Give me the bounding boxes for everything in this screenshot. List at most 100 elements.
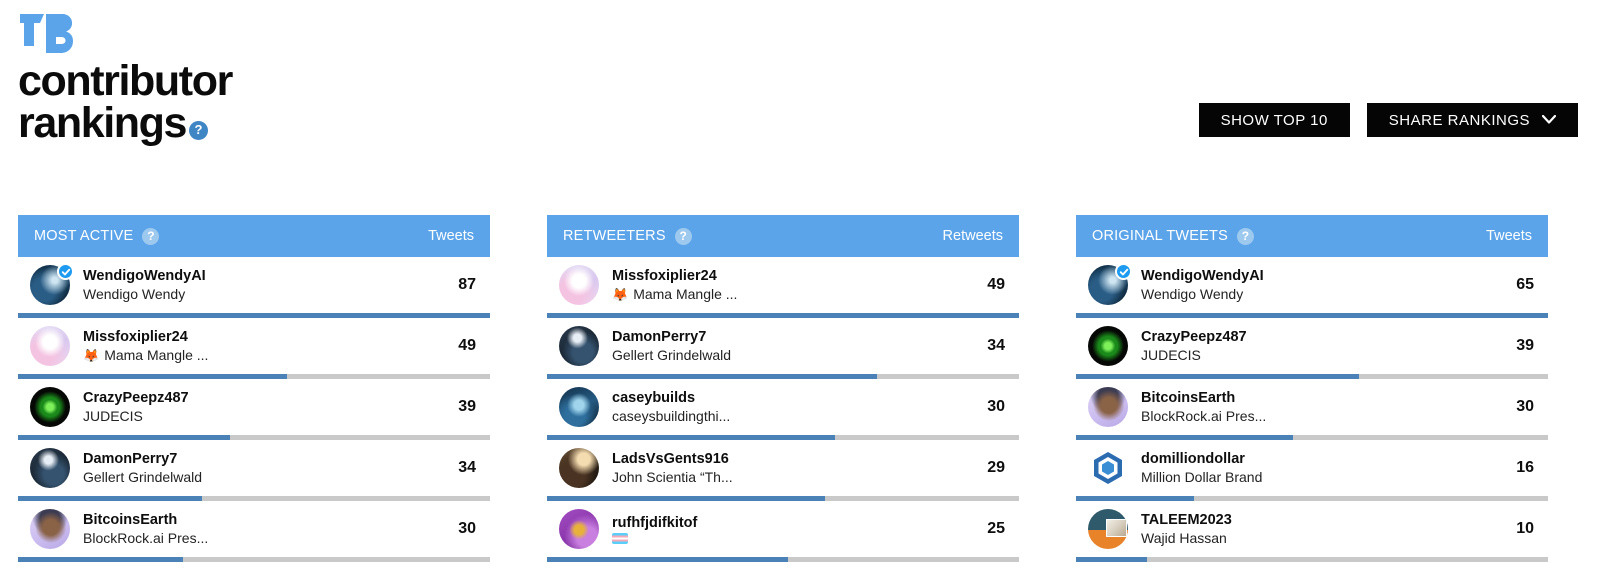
avatar[interactable]: [30, 448, 70, 488]
avatar[interactable]: [559, 448, 599, 488]
ranking-row[interactable]: DamonPerry7 Gellert Grindelwald 34: [547, 318, 1019, 379]
column-metric-label: Tweets: [1486, 228, 1532, 244]
user-handle[interactable]: DamonPerry7: [612, 328, 963, 346]
avatar-image: [30, 509, 70, 549]
column-help-icon[interactable]: ?: [674, 227, 692, 245]
user-display-name: Wendigo Wendy: [83, 285, 434, 303]
ranking-row[interactable]: Missfoxiplier24 🦊 Mama Mangle ... 49: [18, 318, 490, 379]
ranking-row[interactable]: domilliondollar Million Dollar Brand 16: [1076, 440, 1548, 501]
user-display-name: Wajid Hassan: [1141, 529, 1492, 547]
user-handle[interactable]: Missfoxiplier24: [83, 328, 434, 346]
brand-line-1: contributor: [18, 57, 233, 105]
metric-count: 29: [987, 459, 1005, 476]
avatar[interactable]: [30, 509, 70, 549]
progress-fill: [547, 557, 788, 562]
user-handle[interactable]: WendigoWendyAI: [1141, 267, 1492, 285]
fox-emoji-icon: 🦊: [83, 347, 100, 363]
ranking-row[interactable]: rufhfjdifkitof 25: [547, 501, 1019, 562]
ranking-row[interactable]: TALEEM2023 Wajid Hassan 10: [1076, 501, 1548, 562]
display-name-text: JUDECIS: [83, 407, 143, 424]
metric-count: 39: [458, 398, 476, 415]
metric-count: 25: [987, 520, 1005, 537]
user-handle[interactable]: CrazyPeepz487: [1141, 328, 1492, 346]
ranking-row[interactable]: caseybuilds caseysbuildingthi... 30: [547, 379, 1019, 440]
avatar[interactable]: [1088, 448, 1128, 488]
ranking-row[interactable]: WendigoWendyAI Wendigo Wendy 87: [18, 257, 490, 318]
user-handle[interactable]: BitcoinsEarth: [1141, 389, 1492, 407]
metric-count: 30: [1516, 398, 1534, 415]
share-rankings-button[interactable]: SHARE RANKINGS: [1366, 103, 1578, 137]
avatar-image: [1088, 387, 1128, 427]
ranking-row[interactable]: CrazyPeepz487 JUDECIS 39: [18, 379, 490, 440]
user-display-name: [612, 532, 963, 544]
contributor-rankings-page: contributor rankings ? SHOW TOP 10 SHARE…: [0, 0, 1600, 572]
progress-track: [1076, 557, 1548, 562]
ranking-row[interactable]: Missfoxiplier24 🦊 Mama Mangle ... 49: [547, 257, 1019, 318]
metric-count: 65: [1516, 276, 1534, 293]
user-handle[interactable]: CrazyPeepz487: [83, 389, 434, 407]
metric-count: 30: [458, 520, 476, 537]
column-metric-label: Tweets: [428, 228, 474, 244]
column-title: MOST ACTIVE: [34, 228, 134, 244]
avatar[interactable]: [1088, 326, 1128, 366]
user-display-name: JUDECIS: [83, 407, 434, 425]
user-handle[interactable]: Missfoxiplier24: [612, 267, 963, 285]
show-top-10-button[interactable]: SHOW TOP 10: [1198, 103, 1350, 137]
ranking-row[interactable]: WendigoWendyAI Wendigo Wendy 65: [1076, 257, 1548, 318]
display-name-text: Wendigo Wendy: [1141, 285, 1244, 302]
user-handle[interactable]: LadsVsGents916: [612, 450, 963, 468]
avatar-image: [559, 448, 599, 488]
rankings-board: MOST ACTIVE? Tweets WendigoWendyAI Wendigo …: [18, 215, 1580, 562]
user-handle[interactable]: rufhfjdifkitof: [612, 514, 963, 532]
column-help-icon[interactable]: ?: [142, 227, 160, 245]
fox-emoji-icon: 🦊: [612, 286, 629, 302]
user-handle[interactable]: WendigoWendyAI: [83, 267, 434, 285]
progress-fill: [1076, 557, 1147, 562]
user-display-name: Gellert Grindelwald: [83, 468, 434, 486]
avatar[interactable]: [559, 387, 599, 427]
avatar-image: [1088, 509, 1128, 549]
avatar-image: [559, 509, 599, 549]
ranking-row[interactable]: DamonPerry7 Gellert Grindelwald 34: [18, 440, 490, 501]
page-header: contributor rankings ? SHOW TOP 10 SHARE…: [0, 0, 1600, 180]
avatar[interactable]: [1088, 509, 1128, 549]
avatar[interactable]: [30, 387, 70, 427]
metric-count: 34: [987, 337, 1005, 354]
display-name-text: BlockRock.ai Pres...: [83, 529, 209, 546]
ranking-row[interactable]: BitcoinsEarth BlockRock.ai Pres... 30: [18, 501, 490, 562]
user-handle[interactable]: caseybuilds: [612, 389, 963, 407]
chevron-down-icon: [1541, 114, 1557, 126]
user-handle[interactable]: TALEEM2023: [1141, 511, 1492, 529]
user-handle[interactable]: domilliondollar: [1141, 450, 1492, 468]
page-title: contributor rankings ?: [18, 57, 233, 144]
display-name-text: Gellert Grindelwald: [612, 346, 732, 363]
avatar[interactable]: [1088, 263, 1132, 305]
avatar[interactable]: [30, 263, 74, 305]
avatar-image: [559, 265, 599, 305]
avatar[interactable]: [559, 326, 599, 366]
show-top-10-label: SHOW TOP 10: [1220, 111, 1328, 129]
user-handle[interactable]: BitcoinsEarth: [83, 511, 434, 529]
help-icon[interactable]: ?: [189, 121, 209, 141]
column-header: RETWEETERS? Retweets: [547, 215, 1019, 257]
avatar[interactable]: [559, 265, 599, 305]
brand-block: contributor rankings ?: [18, 12, 233, 145]
avatar[interactable]: [1088, 387, 1128, 427]
avatar[interactable]: [559, 509, 599, 549]
metric-count: 49: [458, 337, 476, 354]
ranking-row[interactable]: LadsVsGents916 John Scientia “Th... 29: [547, 440, 1019, 501]
user-display-name: Gellert Grindelwald: [612, 346, 963, 364]
flag-emoji-icon: [612, 532, 628, 544]
avatar[interactable]: [30, 326, 70, 366]
user-handle[interactable]: DamonPerry7: [83, 450, 434, 468]
ranking-row[interactable]: BitcoinsEarth BlockRock.ai Pres... 30: [1076, 379, 1548, 440]
ranking-column: RETWEETERS? Retweets Missfoxiplier24 🦊 Mama …: [547, 215, 1019, 562]
metric-count: 49: [987, 276, 1005, 293]
column-header: MOST ACTIVE? Tweets: [18, 215, 490, 257]
user-display-name: BlockRock.ai Pres...: [83, 529, 434, 547]
column-header: ORIGINAL TWEETS? Tweets: [1076, 215, 1548, 257]
ranking-column: ORIGINAL TWEETS? Tweets WendigoWendyAI Wend…: [1076, 215, 1548, 562]
ranking-row[interactable]: CrazyPeepz487 JUDECIS 39: [1076, 318, 1548, 379]
column-help-icon[interactable]: ?: [1236, 227, 1254, 245]
avatar-image: [559, 387, 599, 427]
